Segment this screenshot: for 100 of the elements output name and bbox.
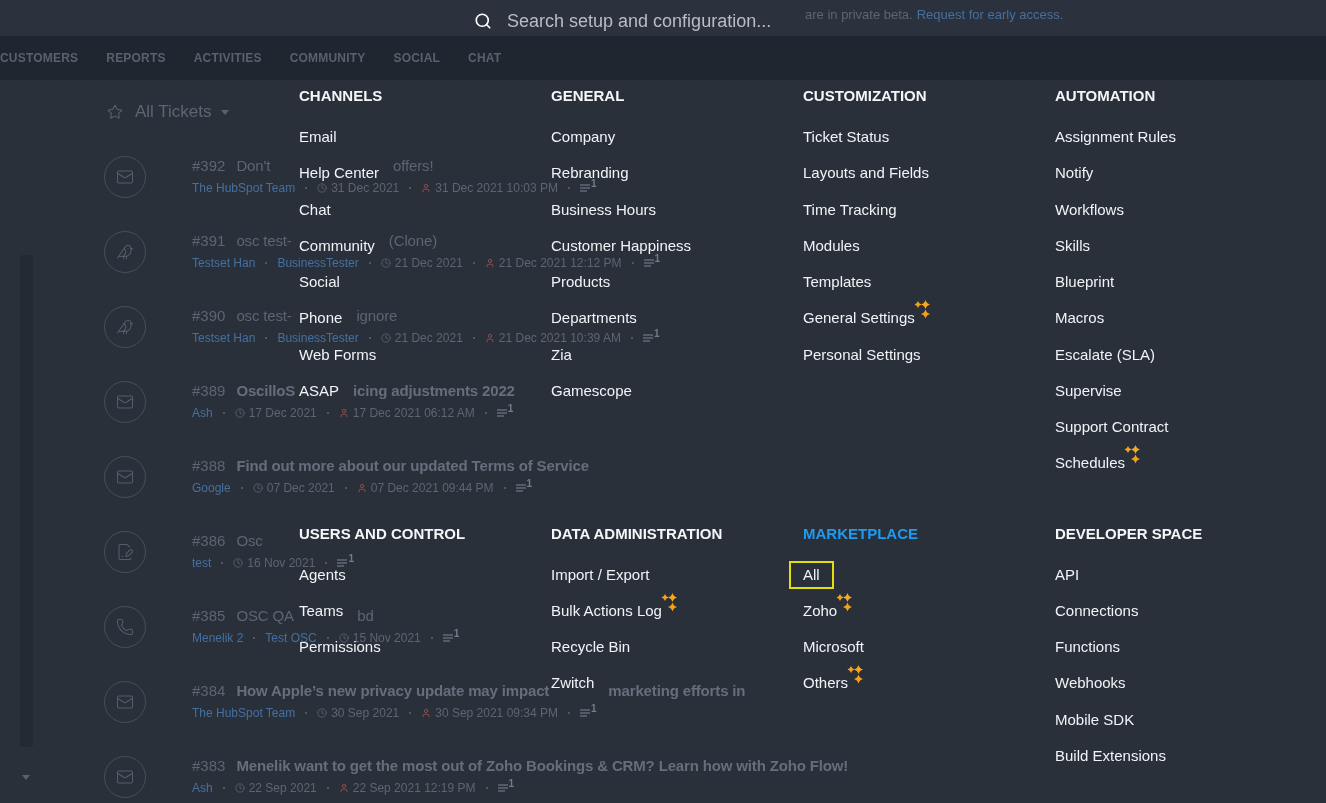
menu-link[interactable]: General Settings (803, 309, 915, 328)
lines-icon (497, 784, 508, 792)
menu-link[interactable]: Webhooks (1055, 674, 1126, 693)
created-date: 17 Dec 2021 (248, 405, 317, 421)
section-heading: MARKETPLACE (803, 523, 918, 544)
thread-count: 1 (654, 254, 661, 264)
ticket-number: #389 (192, 381, 226, 401)
menu-link[interactable]: Modules (803, 236, 860, 255)
menu-link[interactable]: Supervise (1055, 381, 1122, 400)
menu-link[interactable]: API (1055, 565, 1080, 584)
menu-link[interactable]: Notify (1055, 164, 1094, 183)
created-date: 21 Dec 2021 (394, 255, 463, 271)
clock-icon (338, 633, 349, 643)
created-date: 22 Sep 2021 (248, 780, 317, 796)
thread-count: 1 (453, 629, 460, 639)
thread-count: 1 (591, 179, 597, 189)
menu-link[interactable]: Build Extensions (1055, 746, 1166, 765)
clock-icon (234, 408, 245, 418)
section-heading: DATA ADMINISTRATION (551, 523, 723, 544)
menu-link[interactable]: All (789, 560, 834, 589)
lines-icon (580, 709, 590, 717)
ticket-number: #386 (192, 531, 226, 551)
menu-link[interactable]: Functions (1055, 638, 1121, 657)
person-icon (421, 708, 432, 718)
menu-link[interactable]: Escalate (SLA) (1055, 345, 1156, 364)
due-date: 07 Dec 2021 09:44 PM (370, 480, 494, 496)
caret-down-icon[interactable] (22, 775, 30, 780)
lines-icon (580, 184, 590, 192)
menu-link[interactable]: Customer Happiness (551, 236, 692, 255)
menu-link[interactable]: Web Forms (299, 345, 377, 364)
menu-link[interactable]: Schedules (1055, 454, 1126, 473)
due-date: 21 Dec 2021 12:12 PM (498, 255, 622, 271)
person-icon (338, 783, 349, 793)
search-field[interactable]: Search setup and configuration... (507, 9, 803, 33)
caret-down-icon[interactable] (220, 109, 229, 115)
menu-link[interactable]: Bulk Actions Log (551, 601, 662, 620)
created-date: 31 Dec 2021 (331, 180, 400, 196)
menu-link[interactable]: Workflows (1055, 200, 1124, 219)
created-date: 30 Sep 2021 (331, 705, 400, 721)
menu-link[interactable]: Business Hours (551, 200, 657, 219)
menu-link[interactable]: Teams (299, 601, 344, 620)
menu-link[interactable]: Email (299, 128, 337, 147)
menu-link[interactable]: Zwitch (551, 674, 595, 693)
menu-link[interactable]: Import / Export (551, 565, 650, 584)
menu-link[interactable]: Templates (803, 273, 872, 292)
menu-link[interactable]: Help Center (299, 164, 380, 183)
ticket-number: #392 (192, 156, 226, 176)
ticket-number: #383 (192, 756, 226, 776)
person-icon (421, 183, 432, 193)
created-date: 16 Nov 2021 (247, 555, 316, 570)
menu-link[interactable]: Assignment Rules (1055, 128, 1176, 147)
menu-link[interactable]: Company (551, 128, 616, 147)
menu-link[interactable]: Zia (551, 345, 572, 364)
menu-link[interactable]: Support Contract (1055, 418, 1169, 437)
menu-link[interactable]: Gamescope (551, 381, 632, 400)
person-icon (484, 333, 495, 343)
ticket-number: #390 (192, 306, 226, 326)
lines-icon (442, 634, 453, 642)
menu-link[interactable]: Blueprint (1055, 273, 1115, 292)
lines-icon (642, 334, 653, 342)
menu-link[interactable]: Microsoft (803, 638, 864, 657)
menu-link[interactable]: Phone (299, 309, 343, 328)
section-heading: CUSTOMIZATION (803, 86, 927, 106)
menu-link[interactable]: Connections (1055, 601, 1139, 620)
menu-link[interactable]: Social (299, 273, 340, 292)
clock-icon (380, 258, 391, 268)
due-date: 31 Dec 2021 10:03 PM (435, 181, 558, 196)
ticket-number: #385 (192, 606, 226, 626)
menu-link[interactable]: ASAP (299, 381, 340, 400)
due-date: 21 Dec 2021 10:39 AM (498, 330, 621, 346)
menu-link[interactable]: Skills (1055, 236, 1090, 255)
due-date: 22 Sep 2021 12:19 PM (352, 780, 476, 796)
created-date: 21 Dec 2021 (394, 330, 463, 346)
menu-link[interactable]: Personal Settings (803, 345, 921, 364)
menu-link[interactable]: Layouts and Fields (803, 164, 929, 183)
due-date: 17 Dec 2021 06:12 AM (352, 405, 475, 421)
lines-icon (643, 259, 654, 267)
menu-link[interactable]: Products (551, 273, 611, 292)
menu-link[interactable]: Mobile SDK (1055, 710, 1135, 729)
clock-icon (233, 558, 244, 568)
menu-link[interactable]: Departments (551, 309, 637, 328)
thread-count: 1 (507, 404, 514, 414)
section-heading: USERS AND CONTROL (299, 523, 466, 544)
menu-link[interactable]: Others (803, 674, 848, 693)
created-date: 15 Nov 2021 (352, 630, 421, 645)
menu-link[interactable]: Ticket Status (803, 128, 890, 147)
due-date: 30 Sep 2021 09:34 PM (435, 705, 558, 721)
menu-link[interactable]: Recycle Bin (551, 638, 631, 657)
person-icon (484, 258, 495, 268)
star-icon[interactable] (107, 104, 123, 120)
created-date: 07 Dec 2021 (266, 480, 335, 496)
thread-count: 1 (508, 779, 515, 789)
menu-link[interactable]: Time Tracking (803, 200, 897, 219)
thread-count: 1 (591, 704, 597, 714)
menu-link[interactable]: Zoho (803, 601, 838, 620)
menu-link[interactable]: Macros (1055, 309, 1105, 328)
clock-icon (252, 483, 263, 493)
ticket-number: #391 (192, 231, 226, 251)
menu-link[interactable]: Chat (299, 200, 331, 219)
menu-link[interactable]: Community (299, 236, 375, 255)
